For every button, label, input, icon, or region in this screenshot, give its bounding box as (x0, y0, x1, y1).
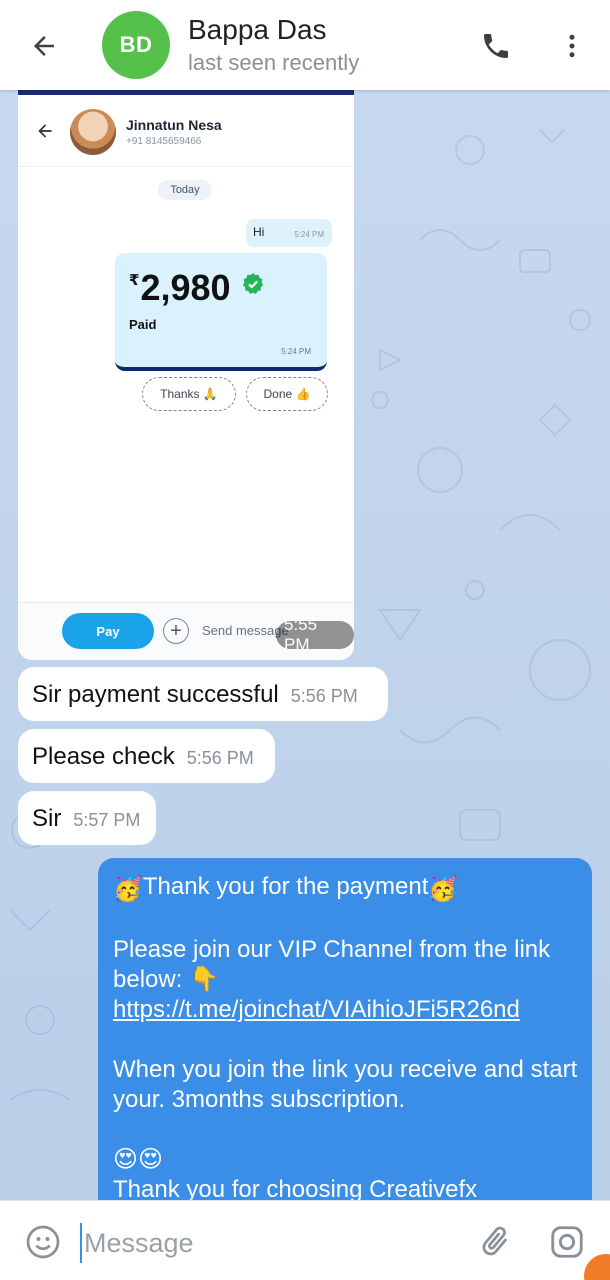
screenshot-contact-name: Jinnatun Nesa (126, 117, 222, 133)
screenshot-avatar (70, 109, 116, 155)
outgoing-line-1-text: Thank you for the payment (142, 873, 429, 900)
outgoing-line-2: Please join our VIP Channel from the lin… (113, 936, 551, 993)
screenshot-back-icon (38, 124, 52, 138)
payment-amount-value: 2,980 (140, 267, 231, 308)
contact-status: last seen recently (188, 50, 360, 75)
message-bubble[interactable]: Please check 5:56 PM (18, 729, 275, 783)
screenshot-hi-text: Hi (253, 225, 265, 239)
back-arrow-icon (34, 36, 54, 56)
message-time: 5:56 PM (186, 748, 254, 768)
chat-area[interactable]: Jinnatun Nesa +91 8145659466 Today Hi 5:… (0, 90, 610, 1200)
emoji-button[interactable] (22, 1221, 64, 1263)
screenshot-header: Jinnatun Nesa +91 8145659466 (18, 95, 354, 167)
outgoing-line-3: When you join the link you receive and s… (113, 1056, 578, 1113)
payment-amount: ₹ 2,980 (129, 267, 231, 309)
screenshot-hi-time: 5:24 PM (294, 230, 324, 239)
chat-header: BD Bappa Das last seen recently (0, 0, 610, 90)
outgoing-emojis: 😍😍 (113, 1146, 164, 1173)
screenshot-plus-icon: + (163, 618, 189, 644)
done-chip: Done 👍 (246, 377, 328, 411)
message-text: Sir payment successful (32, 681, 279, 708)
more-menu-button[interactable] (550, 24, 594, 68)
message-bubble[interactable]: Sir 5:57 PM (18, 791, 156, 845)
back-button[interactable] (22, 24, 66, 68)
outgoing-message-bubble[interactable]: 🥳Thank you for the payment🥳 Please join … (98, 858, 592, 1200)
payment-status: Paid (129, 317, 157, 332)
image-message[interactable]: Jinnatun Nesa +91 8145659466 Today Hi 5:… (18, 90, 354, 660)
phone-icon (484, 34, 508, 58)
partying-face-icon: 🥳 (113, 876, 143, 903)
screenshot-hi-bubble: Hi 5:24 PM (246, 219, 332, 247)
partying-face-icon: 🥳 (428, 876, 459, 903)
verified-check-icon (242, 273, 264, 294)
message-text: Sir (32, 805, 62, 832)
camera-button[interactable] (546, 1221, 588, 1263)
more-vertical-icon (569, 34, 575, 58)
payment-card: ₹ 2,980 Paid 5:24 PM (115, 253, 327, 371)
message-text: Please check (32, 743, 175, 770)
message-input[interactable] (80, 1223, 450, 1263)
screenshot-contact-phone: +91 8145659466 (126, 136, 202, 147)
emoji-icon (26, 1225, 60, 1259)
screenshot-body: Today Hi 5:24 PM ₹ 2,980 Paid 5:24 PM Th… (18, 167, 354, 603)
image-message-time: 5:55 PM (276, 615, 354, 654)
screenshot-pay-button: Pay (62, 613, 154, 649)
message-time: 5:57 PM (73, 810, 141, 830)
attach-button[interactable] (474, 1221, 516, 1263)
outgoing-line-1: 🥳Thank you for the payment🥳 (113, 872, 578, 905)
call-button[interactable] (474, 24, 518, 68)
attach-icon (482, 1226, 507, 1256)
camera-icon (551, 1226, 583, 1258)
message-composer (0, 1200, 610, 1280)
message-time: 5:56 PM (290, 686, 358, 706)
avatar[interactable]: BD (102, 11, 170, 79)
message-bubble[interactable]: Sir payment successful 5:56 PM (18, 667, 388, 721)
thanks-chip: Thanks 🙏 (142, 377, 236, 411)
outgoing-line-4: Thank you for choosing Creativefx (113, 1176, 478, 1200)
contact-name[interactable]: Bappa Das (188, 14, 327, 46)
screenshot-date-chip: Today (158, 180, 212, 200)
currency-symbol: ₹ (129, 272, 140, 289)
payment-time: 5:24 PM (281, 347, 311, 356)
join-link[interactable]: https://t.me/joinchat/VIAihioJFi5R26nd (113, 996, 520, 1023)
